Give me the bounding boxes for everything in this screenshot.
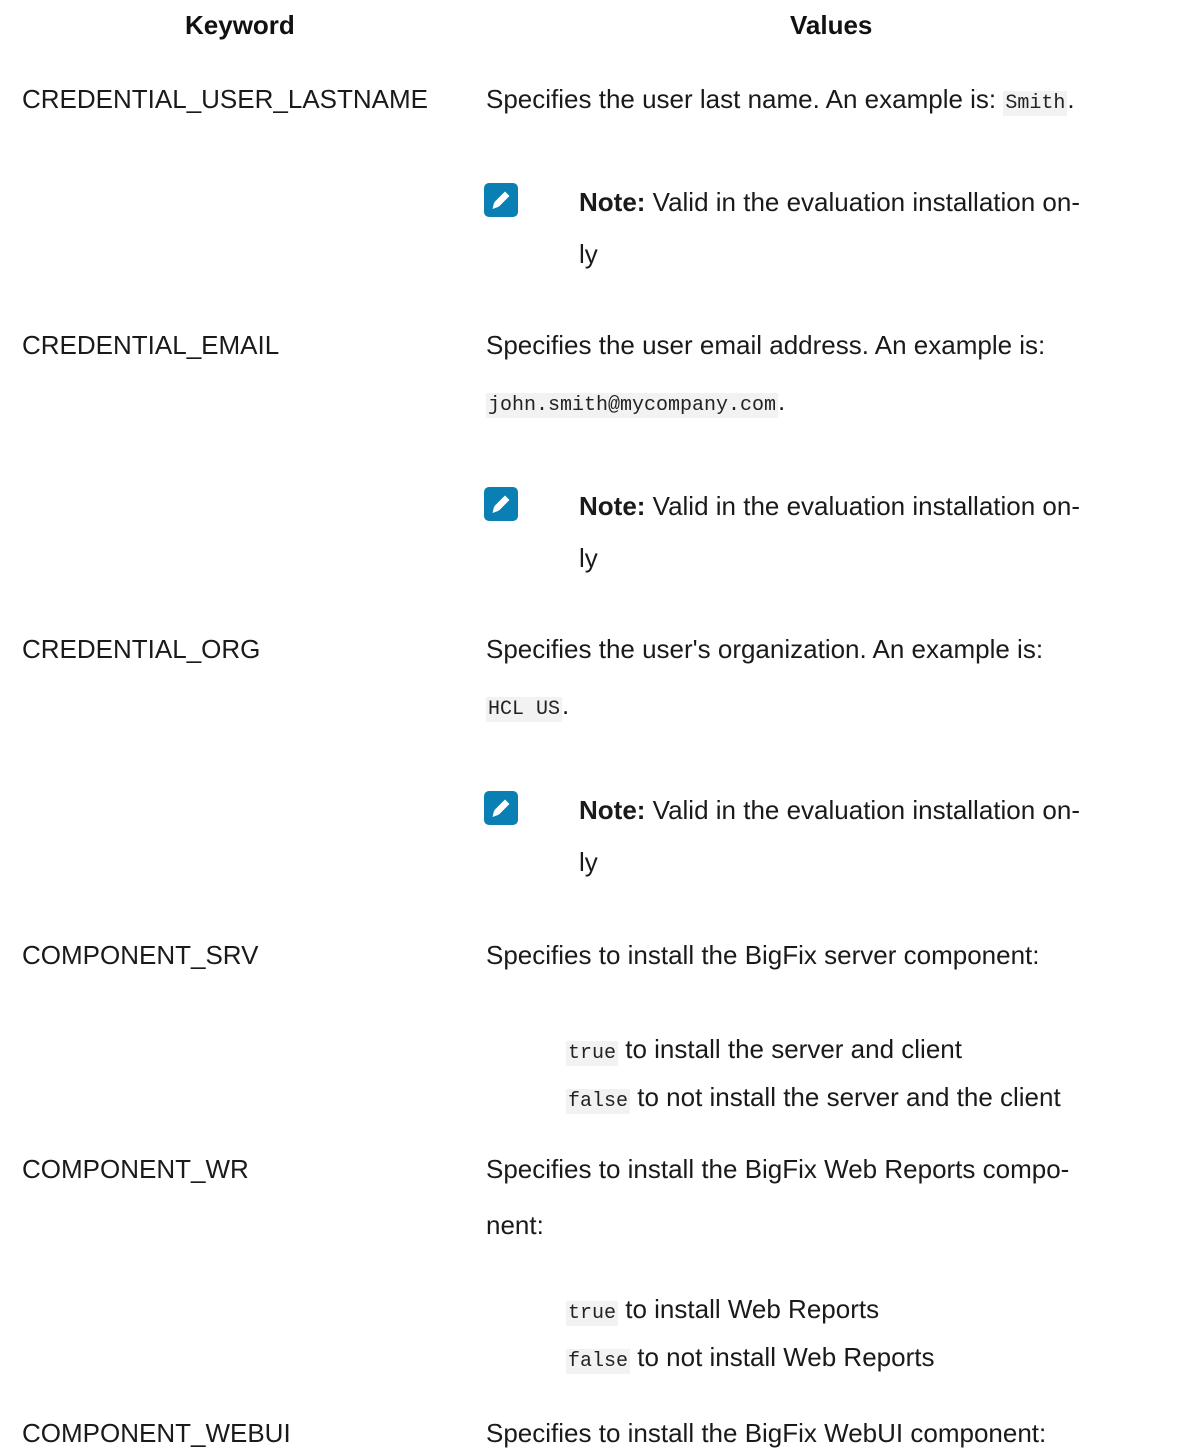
option-code: false	[566, 1349, 631, 1374]
option-code: true	[566, 1301, 619, 1326]
value-description-continued: nent:	[486, 1210, 544, 1240]
note-body-continued: ly	[579, 543, 598, 573]
option-code: true	[566, 1041, 619, 1066]
period: .	[1067, 84, 1075, 114]
period: .	[778, 386, 786, 416]
keyword-component-webui: COMPONENT_WEBUI	[22, 1418, 291, 1448]
option-text: to not install the server and the client	[630, 1082, 1061, 1112]
note-body-continued: ly	[579, 239, 598, 269]
note-text: Note: Valid in the evaluation installati…	[579, 784, 1179, 888]
note-body: Valid in the evaluation installation on-	[645, 187, 1081, 217]
option-false: false to not install the server and the …	[566, 1082, 1061, 1114]
note-label: Note:	[579, 491, 646, 521]
keyword-values-table: Keyword Values CREDENTIAL_USER_LASTNAME …	[0, 0, 1184, 1451]
example-code: Smith	[1003, 91, 1068, 116]
note-pencil-icon	[484, 487, 518, 521]
description-text: Specifies the user last name. An example…	[486, 84, 1004, 114]
example-code: HCL US	[486, 697, 563, 722]
keyword-credential-org: CREDENTIAL_ORG	[22, 634, 261, 664]
option-false: false to not install Web Reports	[566, 1342, 935, 1374]
value-description: Specifies to install the BigFix WebUI co…	[486, 1418, 1047, 1448]
note-callout: Note: Valid in the evaluation installati…	[483, 784, 1173, 894]
option-true: true to install the server and client	[566, 1034, 962, 1066]
keyword-component-wr: COMPONENT_WR	[22, 1154, 249, 1184]
value-description: Specifies the user email address. An exa…	[486, 330, 1046, 360]
note-body: Valid in the evaluation installation on-	[645, 491, 1081, 521]
value-description: Specifies the user last name. An example…	[486, 84, 1075, 116]
value-description: Specifies to install the BigFix Web Repo…	[486, 1154, 1070, 1184]
column-header-values: Values	[790, 10, 873, 40]
period: .	[562, 690, 570, 720]
note-body: Valid in the evaluation installation on-	[645, 795, 1081, 825]
note-pencil-icon	[484, 791, 518, 825]
note-label: Note:	[579, 795, 646, 825]
option-text: to install the server and client	[618, 1034, 962, 1064]
value-description: Specifies the user's organization. An ex…	[486, 634, 1044, 664]
option-true: true to install Web Reports	[566, 1294, 880, 1326]
note-pencil-icon	[484, 183, 518, 217]
value-example: HCL US.	[486, 690, 570, 722]
note-label: Note:	[579, 187, 646, 217]
keyword-credential-email: CREDENTIAL_EMAIL	[22, 330, 280, 360]
option-code: false	[566, 1089, 631, 1114]
note-callout: Note: Valid in the evaluation installati…	[483, 176, 1173, 286]
option-text: to not install Web Reports	[630, 1342, 935, 1372]
value-description: Specifies to install the BigFix server c…	[486, 940, 1040, 970]
keyword-component-srv: COMPONENT_SRV	[22, 940, 259, 970]
note-callout: Note: Valid in the evaluation installati…	[483, 480, 1173, 590]
example-code: john.smith@mycompany.com	[486, 393, 779, 418]
value-example: john.smith@mycompany.com.	[486, 386, 786, 418]
keyword-credential-user-lastname: CREDENTIAL_USER_LASTNAME	[22, 84, 428, 114]
option-text: to install Web Reports	[618, 1294, 880, 1324]
note-text: Note: Valid in the evaluation installati…	[579, 176, 1179, 280]
note-text: Note: Valid in the evaluation installati…	[579, 480, 1179, 584]
note-body-continued: ly	[579, 847, 598, 877]
column-header-keyword: Keyword	[185, 10, 295, 40]
